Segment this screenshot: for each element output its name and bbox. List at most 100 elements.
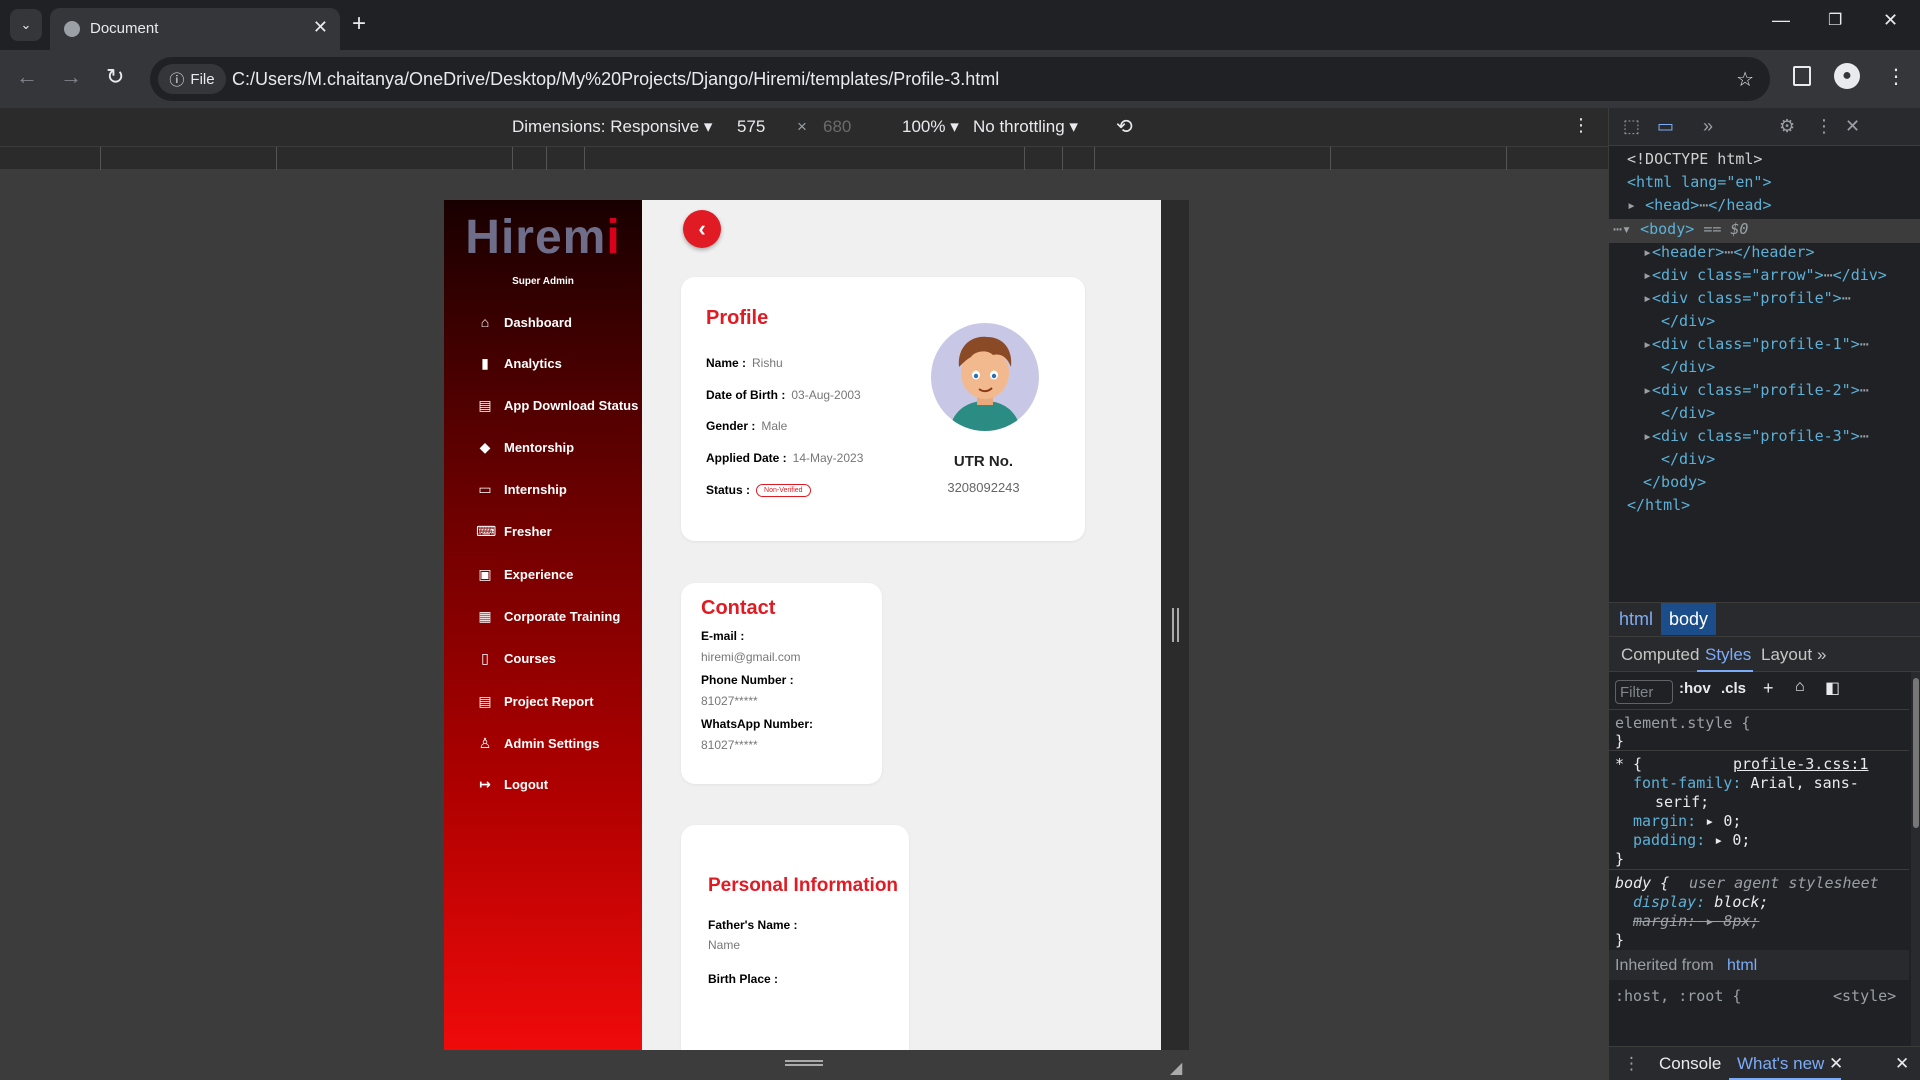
sidebar-item-courses[interactable]: ▯ Courses [476, 650, 556, 667]
sidebar-toggle-icon[interactable]: ◧ [1825, 678, 1840, 698]
url-text[interactable]: C:/Users/M.chaitanya/OneDrive/Desktop/My… [232, 69, 999, 90]
cls-toggle[interactable]: .cls [1721, 680, 1746, 697]
stylesheet-link[interactable]: profile-3.css:1 [1733, 755, 1868, 774]
sidebar-item-logout[interactable]: ↦ Logout [476, 776, 548, 793]
sidebar-item-experience[interactable]: ▣ Experience [476, 566, 573, 583]
sidebar-item-internship[interactable]: ▭ Internship [476, 481, 566, 498]
dom-doctype[interactable]: <!DOCTYPE html> [1627, 148, 1762, 171]
dimensions-select[interactable]: Dimensions: Responsive ▾ [512, 117, 712, 137]
sidebar-item-analytics[interactable]: ▮ Analytics [476, 355, 562, 372]
throttling-label: No throttling [973, 117, 1065, 136]
dom-html-close[interactable]: </html> [1627, 494, 1690, 517]
styles-rules: element.style { } * { profile-3.css:1 fo… [1609, 710, 1909, 1046]
hov-toggle[interactable]: :hov [1679, 680, 1711, 697]
reload-icon[interactable]: ↻ [106, 64, 124, 90]
zoom-select[interactable]: 100% ▾ [902, 117, 959, 137]
css-prop: display: [1633, 893, 1706, 911]
tab-layout[interactable]: Layout [1761, 645, 1812, 665]
sidebar-item-fresher[interactable]: ⌨ Fresher [476, 523, 552, 540]
sidebar-item-app-download-status[interactable]: ▤ App Download Status [476, 397, 638, 414]
dom-div-profile-1[interactable]: ▸<div class="profile-1">⋯ [1643, 333, 1869, 356]
close-tab-icon[interactable]: ✕ [313, 17, 328, 38]
address-bar[interactable]: ⓘ File C:/Users/M.chaitanya/OneDrive/Desk… [150, 57, 1770, 101]
dom-div-arrow[interactable]: ▸<div class="arrow">⋯</div> [1643, 264, 1887, 287]
height-input[interactable]: 680 [823, 117, 851, 137]
width-input[interactable]: 575 [737, 117, 765, 137]
device-options-icon[interactable]: ⋮ [1572, 115, 1590, 136]
body-rule-selector[interactable]: body { [1615, 874, 1669, 893]
padding-decl[interactable]: padding: ▸ 0; [1633, 831, 1750, 850]
breadcrumb-body[interactable]: body [1661, 603, 1717, 635]
close-whats-new-icon[interactable]: ✕ [1829, 1054, 1843, 1074]
tab-whats-new[interactable]: What's new [1737, 1054, 1824, 1074]
briefcase-icon: ▣ [478, 566, 492, 582]
tab-console[interactable]: Console [1659, 1054, 1721, 1074]
forward-icon[interactable]: → [60, 64, 82, 90]
element-style-rule[interactable]: element.style { [1615, 714, 1750, 733]
profile-avatar-icon[interactable]: ● [1834, 63, 1860, 89]
inherited-element-link[interactable]: html [1727, 956, 1757, 975]
gender-row: Gender : Male [706, 419, 787, 433]
dom-body[interactable]: ⋯▾ <body> == $0 [1613, 218, 1748, 241]
close-drawer-icon[interactable]: ✕ [1895, 1054, 1909, 1074]
drawer-menu-icon[interactable]: ⋮ [1623, 1054, 1640, 1074]
dom-body-close[interactable]: </body> [1643, 471, 1706, 494]
display-decl: display: block; [1633, 893, 1768, 912]
dom-html-open[interactable]: <html lang="en"> [1627, 171, 1772, 194]
devtools-menu-icon[interactable]: ⋮ [1815, 116, 1833, 137]
new-rule-icon[interactable]: + [1763, 678, 1774, 699]
browser-tab[interactable]: Document ✕ [50, 8, 340, 50]
more-panes-icon[interactable]: » [1817, 645, 1826, 665]
dom-head[interactable]: ▸ <head>⋯</head> [1627, 194, 1772, 217]
device-toggle-icon[interactable]: ▭ [1657, 116, 1674, 137]
paint-brush-icon[interactable]: ⌂ [1795, 678, 1805, 696]
bookmark-star-icon[interactable]: ☆ [1736, 67, 1754, 92]
browser-menu-icon[interactable]: ⋮ [1886, 64, 1906, 89]
inspect-element-icon[interactable]: ⬚ [1623, 116, 1640, 137]
sidebar-item-project-report[interactable]: ▤ Project Report [476, 693, 593, 710]
site-info-chip[interactable]: ⓘ File [158, 64, 226, 94]
back-icon[interactable]: ← [16, 64, 38, 90]
corner-resize-icon[interactable]: ◢ [1170, 1058, 1182, 1078]
sidebar-item-dashboard[interactable]: ⌂ Dashboard [476, 314, 572, 330]
more-tabs-icon[interactable]: » [1703, 116, 1713, 137]
dom-div-close: </div> [1832, 266, 1887, 284]
sidebar-item-corporate-training[interactable]: ▦ Corporate Training [476, 608, 620, 625]
rotate-icon[interactable]: ⟲ [1116, 114, 1133, 139]
tab-search-button[interactable]: ⌄ [10, 9, 42, 41]
back-arrow-button[interactable]: ‹ [683, 210, 721, 248]
email-value: hiremi@gmail.com [701, 650, 801, 664]
dom-div-profile-3[interactable]: ▸<div class="profile-3">⋯ [1643, 425, 1869, 448]
side-panel-icon[interactable] [1793, 66, 1811, 86]
sidebar-item-label: Logout [504, 777, 549, 792]
settings-gear-icon[interactable]: ⚙ [1779, 116, 1795, 137]
host-root-rule[interactable]: :host, :root { [1615, 987, 1741, 1006]
dom-head-tag: <head> [1645, 196, 1700, 214]
sidebar-item-mentorship[interactable]: ◆ Mentorship [476, 439, 574, 456]
horizontal-resize-handle[interactable] [1172, 608, 1179, 642]
restore-icon[interactable]: ❐ [1828, 10, 1842, 30]
devtools-toolbar: ⬚ ▭ » ⚙ ⋮ ✕ [1609, 108, 1920, 146]
tab-styles[interactable]: Styles [1705, 645, 1751, 665]
star-rule-selector[interactable]: * { [1615, 755, 1642, 774]
dom-div-profile-3-tag: <div class="profile-3"> [1652, 427, 1860, 445]
css-val: 8px; [1723, 912, 1760, 930]
tab-computed[interactable]: Computed [1621, 645, 1699, 665]
new-tab-button[interactable]: + [352, 10, 366, 38]
rule-close: } [1615, 850, 1625, 868]
window-close-icon[interactable]: ✕ [1883, 10, 1898, 31]
styles-filter-input[interactable]: Filter [1615, 680, 1673, 704]
dom-div-profile-2[interactable]: ▸<div class="profile-2">⋯ [1643, 379, 1869, 402]
breadcrumb-html[interactable]: html [1619, 609, 1653, 630]
styles-scrollbar[interactable] [1911, 672, 1920, 1046]
minimize-icon[interactable]: — [1772, 10, 1790, 31]
media-query-ruler[interactable] [0, 146, 1608, 171]
dom-header[interactable]: ▸<header>⋯</header> [1643, 241, 1815, 264]
sidebar-item-admin-settings[interactable]: ♙ Admin Settings [476, 735, 600, 752]
close-devtools-icon[interactable]: ✕ [1845, 116, 1860, 137]
vertical-resize-handle[interactable] [785, 1060, 823, 1066]
font-family-decl[interactable]: font-family: Arial, sans- [1633, 774, 1859, 793]
throttling-select[interactable]: No throttling ▾ [973, 117, 1078, 137]
margin-decl[interactable]: margin: ▸ 0; [1633, 812, 1741, 831]
dom-div-profile[interactable]: ▸<div class="profile">⋯ [1643, 287, 1851, 310]
